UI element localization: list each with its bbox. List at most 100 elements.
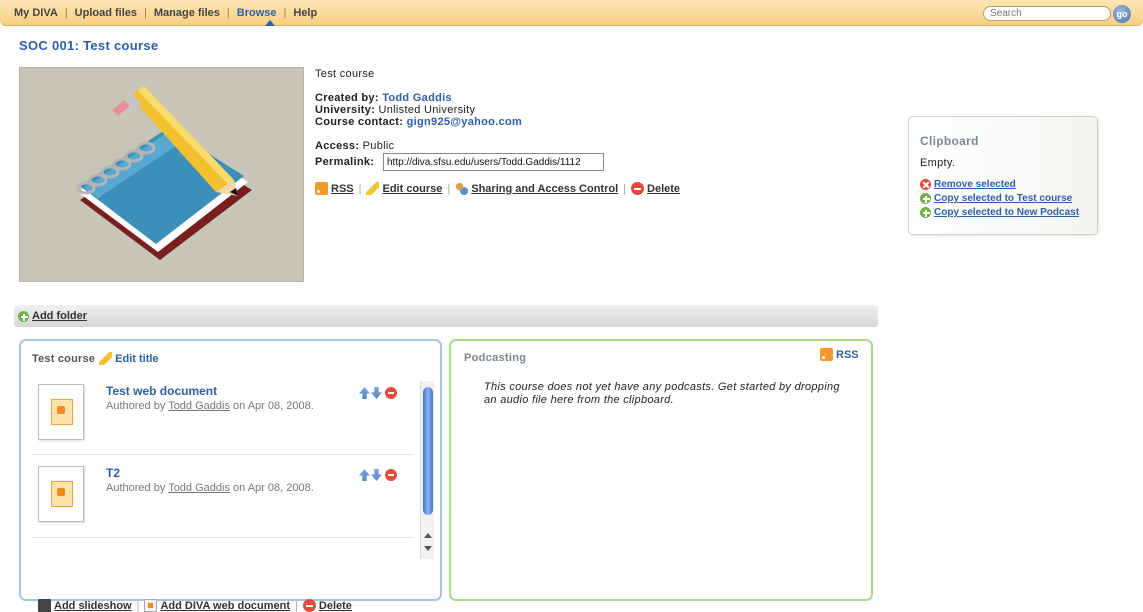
document-date: on Apr 08, 2008. [233, 400, 314, 412]
folder-panel: Test course Edit title Test web document… [19, 339, 442, 612]
nav-browse[interactable]: Browse [230, 7, 284, 19]
add-icon [920, 193, 931, 204]
remove-selected-link[interactable]: Remove selected [920, 179, 1016, 190]
move-up-icon[interactable] [359, 469, 370, 481]
created-by-row: Created by: Todd Gaddis [315, 92, 452, 104]
podcast-rss-label: RSS [836, 348, 859, 361]
author-link[interactable]: Todd Gaddis [168, 400, 230, 412]
add-icon [920, 207, 931, 218]
copy-to-podcast-link[interactable]: Copy selected to New Podcast [920, 207, 1079, 218]
item-controls [359, 387, 400, 399]
move-down-icon[interactable] [371, 469, 382, 481]
document-title[interactable]: Test web document [106, 384, 217, 398]
authored-by-prefix: Authored by [106, 482, 166, 494]
delete-icon[interactable] [385, 469, 397, 481]
scrollbar-thumb[interactable] [423, 387, 433, 515]
nav-help[interactable]: Help [286, 7, 324, 19]
permalink-field[interactable] [383, 153, 604, 171]
sharing-access-link[interactable]: Sharing and Access Control [455, 182, 618, 195]
document-date: on Apr 08, 2008. [233, 482, 314, 494]
web-document-icon [51, 481, 73, 507]
course-contact-row: Course contact: gign925@yahoo.com [315, 116, 522, 128]
item-divider [33, 454, 413, 455]
authored-by-prefix: Authored by [106, 400, 166, 412]
add-web-document-link[interactable]: Add DIVA web document [144, 599, 290, 612]
add-slideshow-link[interactable]: Add slideshow [38, 599, 132, 612]
access-value: Public [362, 140, 395, 152]
action-separator: | [447, 182, 451, 195]
copy-to-course-link[interactable]: Copy selected to Test course [920, 193, 1072, 204]
document-title[interactable]: T2 [106, 466, 120, 480]
nav-manage-files[interactable]: Manage files [147, 7, 227, 19]
pencil-icon [366, 182, 380, 195]
delete-icon [631, 182, 645, 195]
delete-folder-link[interactable]: Delete [302, 599, 352, 612]
add-slideshow-label: Add slideshow [54, 599, 132, 612]
delete-icon[interactable] [385, 387, 397, 399]
add-folder-link[interactable]: Add folder [18, 310, 87, 322]
course-actions: RSS | Edit course | Sharing and Access C… [315, 182, 680, 195]
edit-course-label: Edit course [382, 182, 443, 195]
search-go-button[interactable]: go [1113, 5, 1131, 23]
delete-course-link[interactable]: Delete [631, 182, 680, 195]
active-tab-indicator [265, 20, 275, 26]
nav-menu: My DIVA | Upload files | Manage files | … [14, 7, 324, 19]
permalink-row: Permalink: [315, 156, 374, 168]
remove-selected-label: Remove selected [934, 179, 1016, 190]
podcast-empty-message: This course does not yet have any podcas… [484, 381, 840, 406]
copy-to-podcast-label: Copy selected to New Podcast [934, 207, 1080, 218]
search-input[interactable] [983, 6, 1111, 21]
notebook-pencil-icon [76, 86, 252, 260]
edit-title-link[interactable]: Edit title [99, 352, 159, 365]
delete-icon [302, 599, 316, 612]
document-thumbnail[interactable] [38, 384, 84, 440]
action-separator: | [136, 599, 140, 612]
nav-upload-files[interactable]: Upload files [68, 7, 144, 19]
course-name: Test course [315, 68, 375, 80]
copy-to-course-label: Copy selected to Test course [934, 193, 1073, 204]
page-title: SOC 001: Test course [19, 38, 159, 53]
move-up-icon[interactable] [359, 387, 370, 399]
move-down-icon[interactable] [371, 387, 382, 399]
action-separator: | [295, 599, 298, 612]
clipboard-title: Clipboard [920, 134, 979, 148]
folder-header: Test course Edit title [32, 352, 159, 365]
add-icon [18, 310, 29, 322]
scroll-down-arrow-icon[interactable] [424, 546, 432, 551]
scroll-up-arrow-icon[interactable] [424, 533, 432, 538]
slideshow-icon [38, 599, 51, 612]
web-document-icon [51, 399, 73, 425]
list-item[interactable]: Test web document Authored by Todd Gaddi… [33, 384, 415, 456]
rss-icon [820, 348, 833, 361]
folder-title: Test course [32, 352, 96, 365]
edit-course-link[interactable]: Edit course [366, 182, 442, 195]
users-icon [455, 182, 469, 195]
pencil-icon [99, 352, 113, 365]
podcast-panel[interactable]: Podcasting RSS This course does not yet … [449, 339, 873, 601]
rss-icon [315, 182, 328, 195]
university-row: University: Unlisted University [315, 104, 475, 116]
add-folder-label: Add folder [32, 310, 87, 322]
rss-link[interactable]: RSS [315, 182, 354, 195]
author-link[interactable]: Todd Gaddis [168, 482, 230, 494]
podcast-rss-link[interactable]: RSS [820, 348, 859, 361]
list-item[interactable]: T2 Authored by Todd Gaddis on Apr 08, 20… [33, 466, 415, 538]
list-scrollbar[interactable] [420, 381, 434, 559]
action-separator: | [623, 182, 627, 195]
web-document-icon [144, 599, 158, 612]
creator-link[interactable]: Todd Gaddis [382, 92, 452, 104]
document-meta: Authored by Todd Gaddis on Apr 08, 2008. [106, 482, 314, 494]
podcast-title: Podcasting [464, 352, 527, 364]
action-separator: | [358, 182, 362, 195]
university-value: Unlisted University [378, 104, 476, 116]
document-meta: Authored by Todd Gaddis on Apr 08, 2008. [106, 400, 314, 412]
nav-my-diva[interactable]: My DIVA [14, 7, 65, 19]
document-thumbnail[interactable] [38, 466, 84, 522]
delete-folder-label: Delete [318, 599, 352, 612]
course-image [19, 67, 304, 282]
access-label: Access: [315, 140, 360, 152]
top-nav-bar: My DIVA | Upload files | Manage files | … [0, 0, 1143, 26]
course-contact-link[interactable]: gign925@yahoo.com [407, 116, 522, 128]
delete-course-label: Delete [647, 182, 681, 195]
created-by-label: Created by: [315, 92, 379, 104]
